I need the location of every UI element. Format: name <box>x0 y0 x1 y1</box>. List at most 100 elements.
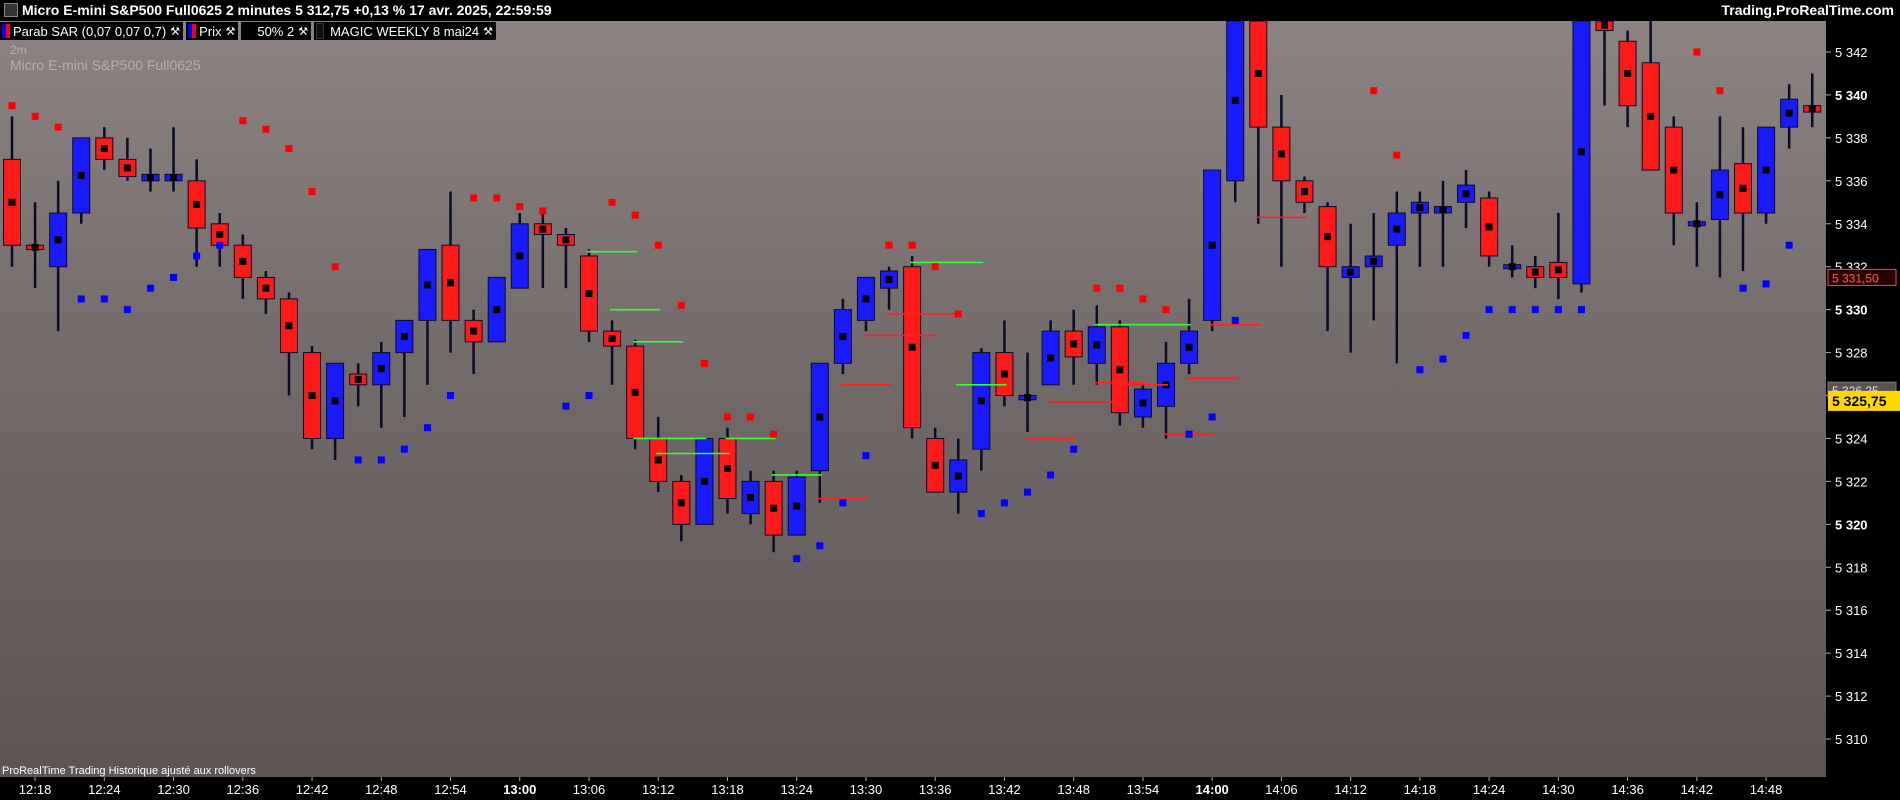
candle-midpoint <box>1139 399 1147 407</box>
time-tick-label: 12:54 <box>434 782 467 797</box>
sar-dot-down <box>493 194 501 202</box>
sar-dot-up <box>1416 366 1424 374</box>
indicator-parab-sar[interactable]: Parab SAR (0,07 0,07 0,7) ⚒ <box>0 22 184 40</box>
time-tick-label: 14:42 <box>1681 782 1714 797</box>
wrench-icon[interactable]: ⚒ <box>170 25 180 38</box>
sar-dot-down <box>931 263 939 271</box>
indicator-opacity[interactable]: 50% 2 ⚒ <box>241 22 312 40</box>
price-tick-label: 5 310 <box>1835 732 1868 747</box>
indicator-label: MAGIC WEEKLY 8 mai24 <box>330 23 480 39</box>
price-tick-label: 5 312 <box>1835 689 1868 704</box>
sar-dot-down <box>1116 284 1124 292</box>
time-tick-label: 13:12 <box>642 782 675 797</box>
sar-dot-down <box>285 145 293 153</box>
sar-dot-up <box>1462 331 1470 339</box>
sar-dot-down <box>308 188 316 196</box>
candle-midpoint <box>470 327 478 335</box>
candle-midpoint <box>354 375 362 383</box>
candle-midpoint <box>977 397 985 405</box>
sar-dot-down <box>608 198 616 206</box>
candle-midpoint <box>631 388 639 396</box>
sar-dot-up <box>423 424 431 432</box>
sar-dot-down <box>631 211 639 219</box>
sar-dot-down <box>1093 284 1101 292</box>
indicator-label: 50% 2 <box>257 23 295 39</box>
sar-dot-up <box>77 295 85 303</box>
sar-dot-down <box>954 310 962 318</box>
sar-dot-up <box>1762 280 1770 288</box>
time-tick-label: 12:42 <box>296 782 329 797</box>
candle-midpoint <box>1300 188 1308 196</box>
wrench-icon[interactable]: ⚒ <box>298 25 308 38</box>
wrench-icon[interactable]: ⚒ <box>225 25 235 38</box>
candle-midpoint <box>1347 268 1355 276</box>
sar-dot-down <box>677 301 685 309</box>
instrument-label: Micro E-mini S&P500 Full0625 <box>10 57 201 73</box>
candle-midpoint <box>1577 148 1585 156</box>
candle-midpoint <box>908 343 916 351</box>
sar-dot-down <box>1162 306 1170 314</box>
candle-midpoint <box>747 494 755 502</box>
candle-midpoint <box>816 413 824 421</box>
sar-dot-down <box>470 194 478 202</box>
candle-midpoint <box>377 365 385 373</box>
candle-midpoint <box>931 461 939 469</box>
time-tick-label: 12:24 <box>88 782 121 797</box>
sar-dot-up <box>793 555 801 563</box>
wrench-icon[interactable]: ⚒ <box>483 25 493 38</box>
time-tick-label: 12:48 <box>365 782 398 797</box>
candle-midpoint <box>1185 343 1193 351</box>
sar-dot-up <box>170 273 178 281</box>
sar-dot-down <box>262 125 270 133</box>
price-tick-label: 5 320 <box>1835 517 1868 532</box>
candle-midpoint <box>885 276 893 284</box>
indicator-label: Parab SAR (0,07 0,07 0,7) <box>13 23 167 39</box>
candle-midpoint <box>1277 150 1285 158</box>
candle-midpoint <box>1762 166 1770 174</box>
indicator-magic-weekly[interactable]: MAGIC WEEKLY 8 mai24 ⚒ <box>314 22 497 40</box>
sar-dot-down <box>700 359 708 367</box>
price-tick-label: 5 328 <box>1835 346 1868 361</box>
sar-dot-down <box>31 112 39 120</box>
sar-dot-down <box>54 123 62 131</box>
prix-swatch <box>188 24 197 38</box>
sar-dot-down <box>654 241 662 249</box>
sar-dot-down <box>747 413 755 421</box>
candle-midpoint <box>1393 225 1401 233</box>
candle-midpoint <box>123 164 131 172</box>
price-marker-label: 5 331,50 <box>1832 271 1879 285</box>
time-tick-label: 14:48 <box>1750 782 1783 797</box>
candle-midpoint <box>954 472 962 480</box>
candle-midpoint <box>1808 105 1816 113</box>
candle-midpoint <box>793 502 801 510</box>
candle-midpoint <box>1485 223 1493 231</box>
time-tick-label: 14:00 <box>1196 782 1229 797</box>
sar-dot-up <box>100 295 108 303</box>
candle-midpoint <box>585 290 593 298</box>
candle-midpoint <box>677 499 685 507</box>
candle-midpoint <box>1370 257 1378 265</box>
candle-midpoint <box>423 281 431 289</box>
sar-dot-down <box>1393 151 1401 159</box>
candle-midpoint <box>1462 190 1470 198</box>
sar-dot-up <box>1577 306 1585 314</box>
price-tick-label: 5 338 <box>1835 131 1868 146</box>
time-tick-label: 14:30 <box>1542 782 1575 797</box>
candle-midpoint <box>539 225 547 233</box>
time-tick-label: 13:00 <box>503 782 536 797</box>
time-tick-label: 13:24 <box>780 782 813 797</box>
candle-midpoint <box>308 392 316 400</box>
candle-midpoint <box>1208 241 1216 249</box>
sar-dot-up <box>839 499 847 507</box>
candle-midpoint <box>1601 21 1609 29</box>
indicator-prix[interactable]: Prix ⚒ <box>186 22 239 40</box>
candle-midpoint <box>493 306 501 314</box>
sar-dot-up <box>193 252 201 260</box>
price-tick-label: 5 336 <box>1835 174 1868 189</box>
sar-dot-up <box>977 510 985 518</box>
sar-dot-down <box>239 117 247 125</box>
candle-midpoint <box>1000 370 1008 378</box>
candle-midpoint <box>100 145 108 153</box>
candle-midpoint <box>1624 69 1632 77</box>
sar-dot-up <box>1231 316 1239 324</box>
